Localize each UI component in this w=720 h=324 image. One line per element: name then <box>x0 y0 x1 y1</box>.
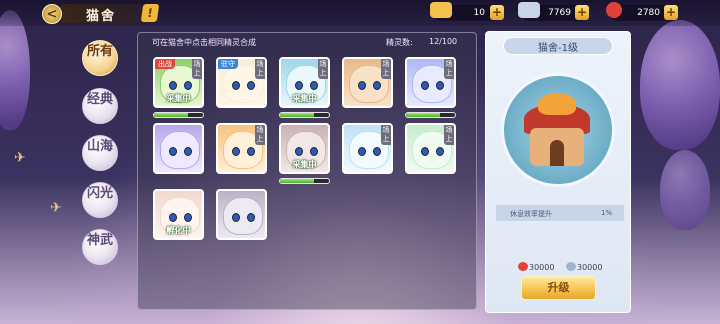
cat-status-text: 采集中 <box>292 94 317 103</box>
upgrade-cost-gem: 30000 <box>529 263 555 272</box>
wisteria-right-lower-decoration <box>660 150 710 230</box>
cat-progress-fill <box>280 179 315 183</box>
house-door-icon <box>550 140 564 166</box>
cat-card[interactable]: 场上 <box>216 123 267 174</box>
cat-onfield-tag: 场上 <box>444 59 454 79</box>
page-title: 猫舍 <box>86 9 117 24</box>
cat-eye-icon <box>295 147 303 156</box>
cat-eye-icon <box>184 81 192 90</box>
cat-eye-icon <box>310 147 318 156</box>
cat-eye-icon <box>358 147 366 156</box>
cat-progress-fill <box>280 113 315 117</box>
tab-divine-label: 神武 <box>86 233 113 248</box>
tab-divine[interactable]: 神武 <box>82 229 118 265</box>
cat-tag-left: 驻守 <box>218 59 238 69</box>
cat-eye-icon <box>421 147 429 156</box>
cat-card[interactable] <box>216 189 267 240</box>
cat-eye-icon <box>184 147 192 156</box>
rest-efficiency-value: 1% <box>601 209 613 217</box>
cat-eye-icon <box>169 213 177 222</box>
cat-eye-icon <box>373 147 381 156</box>
cat-onfield-tag: 场上 <box>318 59 328 79</box>
cat-card[interactable]: 场上 <box>342 57 393 108</box>
cat-eye-icon <box>247 81 255 90</box>
cat-status-text: 孵化中 <box>166 226 191 235</box>
tab-shanhai-label: 山海 <box>86 139 113 154</box>
tab-shiny-label: 闪光 <box>86 186 113 201</box>
cat-status-text: 采集中 <box>166 94 191 103</box>
info-button[interactable]: ! <box>140 4 160 22</box>
upgrade-cost-silver: 30000 <box>577 263 603 272</box>
cat-eye-icon <box>184 213 192 222</box>
cat-count-value: 12/100 <box>429 37 458 46</box>
silver-ingot-icon <box>566 262 576 271</box>
cat-progress-fill <box>154 113 189 117</box>
currency-gem-value: 2780 <box>637 8 660 18</box>
cat-card[interactable]: 出战 场上采集中 <box>153 57 204 108</box>
cat-card[interactable]: 场上 <box>405 123 456 174</box>
tab-shanhai[interactable]: 山海 <box>82 135 118 171</box>
tab-classic[interactable]: 经典 <box>82 88 118 124</box>
cat-card[interactable]: 驻守 场上 <box>216 57 267 108</box>
house-title: 猫舍-1级 <box>538 43 578 54</box>
cat-eye-icon <box>310 81 318 90</box>
cat-eye-icon <box>169 147 177 156</box>
cat-eye-icon <box>421 81 429 90</box>
cat-portrait-icon <box>160 131 200 169</box>
cat-eye-icon <box>169 81 177 90</box>
cat-progress-bar <box>153 112 204 118</box>
currency-gem-add-button[interactable]: + <box>664 5 678 20</box>
house-cat-icon <box>538 93 576 115</box>
cat-tag-left: 出战 <box>155 59 175 69</box>
tab-all-label: 所有 <box>86 44 113 59</box>
tab-all[interactable]: 所有 <box>82 40 118 76</box>
cat-progress-bar <box>279 112 330 118</box>
cat-eye-icon <box>373 81 381 90</box>
cat-card[interactable]: 场上采集中 <box>279 57 330 108</box>
cat-card[interactable] <box>153 123 204 174</box>
cat-card[interactable]: 场上 <box>405 57 456 108</box>
cat-eye-icon <box>358 81 366 90</box>
cat-status-text: 采集中 <box>292 160 317 169</box>
cat-eye-icon <box>436 81 444 90</box>
cat-eye-icon <box>232 81 240 90</box>
tab-classic-label: 经典 <box>86 92 113 107</box>
cat-eye-icon <box>295 81 303 90</box>
cat-portrait-icon <box>223 197 263 235</box>
currency-gold-value: 10 <box>473 8 485 18</box>
silver-ingot-icon <box>518 2 540 18</box>
merge-hint-text: 可在猫舍中点击相同精灵合成 <box>152 38 256 47</box>
upgrade-button[interactable]: 升级 <box>521 276 596 300</box>
bird-icon: ✈ <box>14 150 26 166</box>
red-gem-icon <box>518 262 528 271</box>
currency-silver-value: 7769 <box>548 8 571 18</box>
cat-onfield-tag: 场上 <box>381 59 391 79</box>
cat-progress-bar <box>279 178 330 184</box>
cat-count-label: 精灵数: <box>386 38 413 47</box>
cat-onfield-tag: 场上 <box>192 59 202 79</box>
cat-onfield-tag: 场上 <box>255 59 265 79</box>
red-gem-icon <box>606 2 622 18</box>
cat-eye-icon <box>232 213 240 222</box>
cat-onfield-tag: 场上 <box>255 125 265 145</box>
tab-shiny[interactable]: 闪光 <box>82 182 118 218</box>
cat-onfield-tag: 场上 <box>381 125 391 145</box>
currency-gold-add-button[interactable]: + <box>490 5 504 20</box>
gold-ingot-icon <box>430 2 452 18</box>
wisteria-right-decoration <box>640 20 720 150</box>
cat-eye-icon <box>232 147 240 156</box>
cat-eye-icon <box>436 147 444 156</box>
cat-progress-fill <box>406 113 441 117</box>
cat-progress-bar <box>405 112 456 118</box>
cat-eye-icon <box>247 147 255 156</box>
cat-card[interactable]: 采集中 <box>279 123 330 174</box>
bird-icon: ✈ <box>50 200 62 216</box>
back-button[interactable]: < <box>42 4 62 24</box>
cat-card[interactable]: 场上 <box>342 123 393 174</box>
cat-onfield-tag: 场上 <box>444 125 454 145</box>
currency-silver-add-button[interactable]: + <box>575 5 589 20</box>
rest-efficiency-label: 休息效率提升 <box>510 210 552 218</box>
cat-eye-icon <box>247 213 255 222</box>
cat-card[interactable]: 孵化中 <box>153 189 204 240</box>
